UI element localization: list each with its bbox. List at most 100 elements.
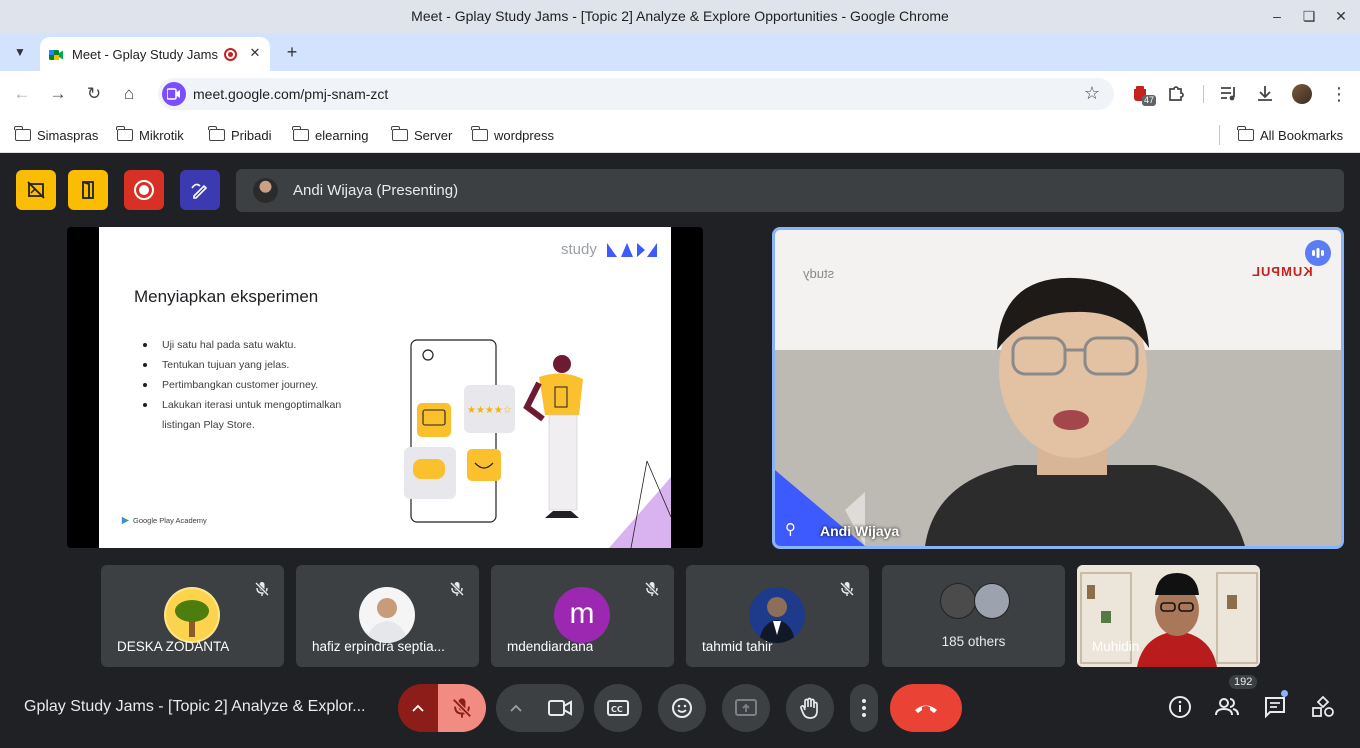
reload-icon[interactable]: ↻ — [83, 83, 105, 105]
participant-tile[interactable]: hafiz erpindra septia... — [296, 565, 479, 667]
slide-bullet: Lakukan iterasi untuk mengoptimalkan lis… — [143, 395, 373, 435]
presenter-label: Andi Wijaya (Presenting) — [293, 182, 459, 199]
folder-icon — [1237, 126, 1254, 141]
mic-off-icon — [644, 581, 660, 597]
downloads-icon[interactable] — [1255, 83, 1277, 105]
reactions-button[interactable] — [658, 684, 706, 732]
participant-avatar — [164, 587, 220, 643]
participant-initial-avatar: m — [554, 587, 610, 643]
mic-control-group — [398, 684, 486, 732]
extension-badge: 47 — [1142, 95, 1157, 106]
more-options-button[interactable] — [850, 684, 878, 732]
chevron-up-icon — [510, 704, 522, 712]
participant-tile[interactable]: tahmid tahir — [686, 565, 869, 667]
minimize-icon[interactable]: – — [1268, 6, 1286, 26]
more-vert-icon — [862, 699, 866, 717]
address-bar[interactable]: meet.google.com/pmj-snam-zct ☆ — [158, 78, 1114, 110]
camera-options-button[interactable] — [496, 684, 536, 732]
study-jams-logo: study — [561, 241, 597, 258]
presenter-banner[interactable]: Andi Wijaya (Presenting) — [236, 169, 1344, 212]
raise-hand-button[interactable] — [786, 684, 834, 732]
screen-share-tile[interactable]: study Menyiapkan eksperimen Uji satu hal… — [67, 227, 703, 548]
pin-icon[interactable]: ⚲ — [785, 520, 796, 538]
bookmark-elearning[interactable]: elearning — [292, 125, 369, 145]
svg-text:★★★★☆: ★★★★☆ — [467, 405, 512, 416]
slide-illustration: ★★★★☆ — [404, 339, 671, 548]
folder-icon — [292, 126, 309, 141]
study-jams-shapes-icon — [607, 243, 657, 257]
meeting-title: Gplay Study Jams - [Topic 2] Analyze & E… — [24, 698, 366, 715]
speaker-name: Andi Wijaya — [820, 523, 900, 539]
chat-icon[interactable] — [1263, 695, 1287, 719]
toolbar-divider — [1203, 85, 1204, 103]
home-icon[interactable]: ⌂ — [118, 83, 140, 105]
pen-icon — [191, 183, 208, 199]
window-title: Meet - Gplay Study Jams - [Topic 2] Anal… — [411, 8, 949, 24]
bookmark-simaspras[interactable]: Simaspras — [14, 125, 98, 145]
recording-button[interactable] — [124, 170, 164, 210]
participant-tile[interactable]: DESKA ZODANTA — [101, 565, 284, 667]
tab-search-chevron-icon[interactable]: ▼ — [8, 41, 32, 63]
close-window-icon[interactable]: ✕ — [1332, 6, 1350, 26]
video-camera-icon — [548, 700, 572, 716]
slide-bullets: Uji satu hal pada satu waktu. Tentukan t… — [143, 335, 373, 435]
bookmark-server[interactable]: Server — [391, 125, 452, 145]
window-titlebar: Meet - Gplay Study Jams - [Topic 2] Anal… — [0, 0, 1360, 33]
mic-toggle-button[interactable] — [438, 684, 486, 732]
participant-avatar — [359, 587, 415, 643]
maximize-icon[interactable]: ❏ — [1300, 6, 1318, 26]
people-icon[interactable] — [1215, 695, 1239, 719]
profile-avatar[interactable] — [1292, 84, 1312, 104]
mic-off-icon — [254, 581, 270, 597]
folder-icon — [14, 126, 31, 141]
svg-text:CC: CC — [611, 705, 623, 714]
chat-unread-dot — [1281, 690, 1288, 697]
all-bookmarks[interactable]: All Bookmarks — [1237, 125, 1343, 145]
record-icon — [134, 180, 154, 200]
forward-icon[interactable]: → — [47, 83, 69, 105]
bookmark-wordpress[interactable]: wordpress — [471, 125, 554, 145]
folder-icon — [116, 126, 133, 141]
present-screen-button[interactable] — [722, 684, 770, 732]
presentation-slide: study Menyiapkan eksperimen Uji satu hal… — [99, 227, 671, 548]
camera-toggle-button[interactable] — [536, 684, 584, 732]
back-icon[interactable]: ← — [11, 83, 33, 105]
leave-call-button[interactable] — [890, 684, 962, 732]
media-control-icon[interactable] — [1219, 83, 1241, 105]
mic-off-icon — [452, 698, 472, 718]
extensions-puzzle-icon[interactable] — [1166, 83, 1188, 105]
participant-name: DESKA ZODANTA — [117, 639, 230, 654]
participant-tile[interactable]: m mdendiardana — [491, 565, 674, 667]
camera-control-group — [496, 684, 584, 732]
breakout-rooms-button[interactable] — [68, 170, 108, 210]
mic-options-button[interactable] — [398, 684, 438, 732]
extension-icon[interactable]: 47 — [1130, 83, 1157, 106]
participant-video-tile[interactable]: Muhidin — [1077, 565, 1260, 667]
slide-bullet: Pertimbangkan customer journey. — [143, 375, 373, 395]
people-count-badge: 192 — [1229, 675, 1258, 689]
new-tab-icon[interactable]: + — [282, 42, 302, 62]
meeting-details-icon[interactable] — [1168, 695, 1192, 719]
mic-off-icon — [449, 581, 465, 597]
recording-indicator-icon — [224, 48, 237, 61]
background-blur-button[interactable] — [16, 170, 56, 210]
captions-button[interactable]: CC — [594, 684, 642, 732]
others-tile[interactable]: 185 others — [882, 565, 1065, 667]
speaker-tile[interactable]: KUMPUL study ⚲ Andi Wijaya — [772, 227, 1344, 549]
bookmark-mikrotik[interactable]: Mikrotik — [116, 125, 184, 145]
slide-bullet: Uji satu hal pada satu waktu. — [143, 335, 373, 355]
slide-title: Menyiapkan eksperimen — [134, 287, 319, 306]
bookmark-pribadi[interactable]: Pribadi — [208, 125, 271, 145]
study-logo-mirrored: study — [803, 266, 835, 281]
speaking-indicator-icon — [1305, 240, 1331, 266]
participant-avatar — [974, 583, 1010, 619]
participant-name: mdendiardana — [507, 639, 594, 654]
bookmark-star-icon[interactable]: ☆ — [1084, 83, 1100, 104]
folder-icon — [471, 126, 488, 141]
whiteboard-button[interactable] — [180, 170, 220, 210]
tab-close-icon[interactable]: ✕ — [246, 44, 264, 62]
activities-icon[interactable] — [1311, 695, 1335, 719]
chrome-menu-icon[interactable]: ⋮ — [1330, 83, 1348, 105]
tab-meet[interactable]: Meet - Gplay Study Jams ✕ — [40, 37, 270, 71]
google-play-academy-label: Google Play Academy — [133, 516, 207, 525]
